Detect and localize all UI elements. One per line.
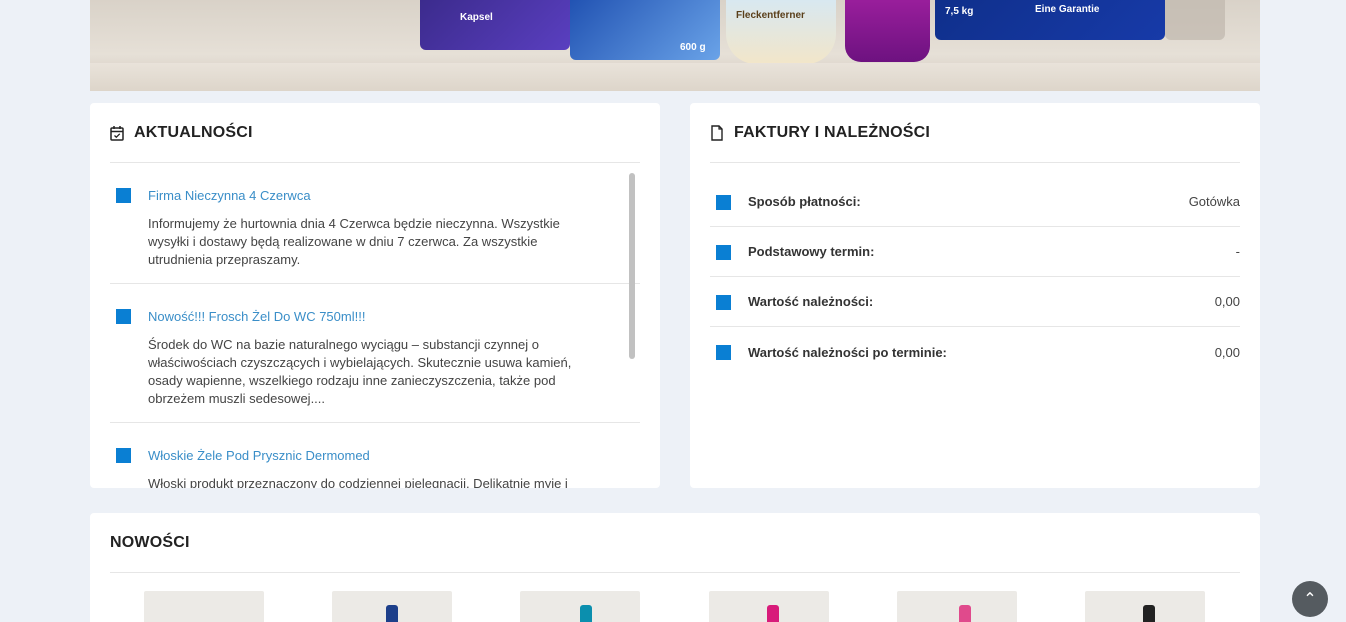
product-bottle [1143,605,1155,622]
news-list[interactable]: Firma Nieczynna 4 Czerwca Informujemy że… [110,163,640,488]
product-thumbnail[interactable] [709,591,829,622]
invoice-value: 0,00 [1214,294,1240,309]
bullet-square-icon [716,195,731,210]
invoice-label: Podstawowy termin: [748,244,875,259]
invoice-label: Wartość należności po terminie: [748,344,947,360]
product-thumbnail[interactable] [1085,591,1205,622]
calendar-check-icon [110,125,124,141]
invoice-row-overdue: Wartość należności po terminie: 0,00 [710,327,1240,377]
promo-banner[interactable]: Kapsel 600 g Fleckentferner 7,5 kg Eine … [90,0,1260,91]
news-item-link[interactable]: Włoskie Żele Pod Prysznic Dermomed [148,447,640,465]
news-item-body: Środek do WC na bazie naturalnego wyciąg… [148,337,572,406]
bullet-square-icon [716,345,731,360]
invoice-value: Gotówka [1188,194,1240,209]
news-item-link[interactable]: Firma Nieczynna 4 Czerwca [148,187,640,205]
novelties-title: NOWOŚCI [110,533,190,551]
news-scrollbar[interactable] [629,173,635,359]
news-item: Nowość!!! Frosch Żel Do WC 750ml!!! Środ… [110,284,640,423]
product-thumbnail[interactable] [520,591,640,622]
bullet-square-icon [716,245,731,260]
invoice-row-base-term: Podstawowy termin: - [710,227,1240,277]
document-icon [711,124,723,141]
invoice-value: - [1235,244,1240,259]
invoices-header: FAKTURY I NALEŻNOŚCI [710,103,1240,163]
product-image-capsules: Kapsel [420,0,570,50]
chevron-up-icon: ⌃ [1303,591,1317,608]
product-thumbnail[interactable] [144,591,264,622]
banner-floor [90,63,1260,91]
news-header: AKTUALNOŚCI [110,103,640,163]
product-image-detergent-box: 7,5 kg Eine Garantie [935,0,1165,40]
product-image-box: 600 g [570,0,720,60]
product-image-stain-remover: Fleckentferner [726,0,836,64]
news-item-body: Informujemy że hurtownia dnia 4 Czerwca … [148,216,560,267]
news-title: AKTUALNOŚCI [134,123,253,141]
bullet-square-icon [116,188,131,203]
invoice-value: 0,00 [1214,344,1240,360]
news-item-link[interactable]: Nowość!!! Frosch Żel Do WC 750ml!!! [148,308,640,326]
news-item: Włoskie Żele Pod Prysznic Dermomed Włosk… [110,423,640,488]
product-bottle [959,605,971,622]
invoice-label: Wartość należności: [748,294,874,309]
product-image-bottle [845,0,930,62]
product-thumbnail[interactable] [897,591,1017,622]
invoice-label: Sposób płatności: [748,194,861,209]
product-bottle [386,605,398,622]
bullet-square-icon [116,309,131,324]
novelties-panel: NOWOŚCI [90,513,1260,622]
novelties-header: NOWOŚCI [110,513,1240,573]
invoices-panel: FAKTURY I NALEŻNOŚCI Sposób płatności: G… [690,103,1260,488]
product-bottle [767,605,779,622]
bullet-square-icon [716,295,731,310]
product-thumbnail[interactable] [332,591,452,622]
invoices-title: FAKTURY I NALEŻNOŚCI [734,123,931,141]
product-image-faded [1165,0,1225,40]
invoice-rows: Sposób płatności: Gotówka Podstawowy ter… [710,177,1240,377]
scroll-to-top-button[interactable]: ⌃ [1292,581,1328,617]
news-item: Firma Nieczynna 4 Czerwca Informujemy że… [110,163,640,284]
invoice-row-payment-method: Sposób płatności: Gotówka [710,177,1240,227]
product-bottle [580,605,592,622]
bullet-square-icon [116,448,131,463]
news-item-body: Włoski produkt przeznaczony do codzienne… [148,476,568,488]
news-panel: AKTUALNOŚCI Firma Nieczynna 4 Czerwca In… [90,103,660,488]
invoice-row-receivables: Wartość należności: 0,00 [710,277,1240,327]
